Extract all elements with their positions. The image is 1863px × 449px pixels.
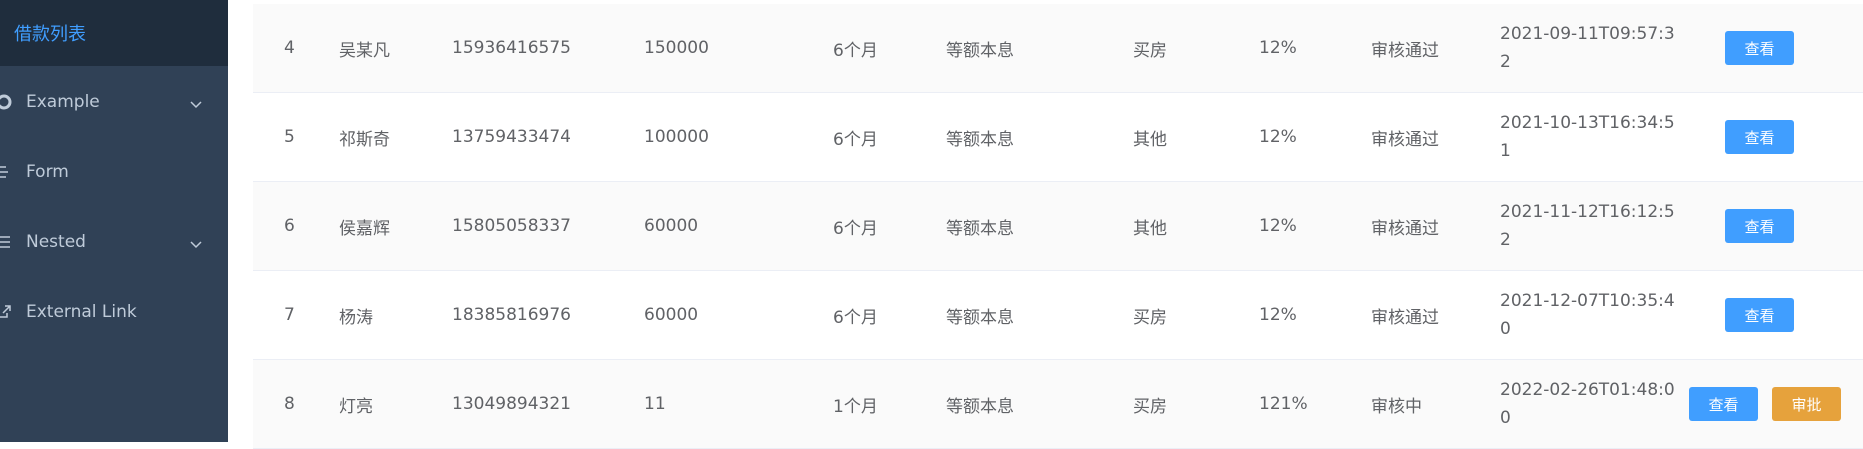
cell-method: 等额本息 bbox=[946, 218, 1014, 239]
view-button[interactable]: 查看 bbox=[1725, 31, 1794, 65]
cell-time: 2021-10-13T16:34:51 bbox=[1500, 113, 1675, 161]
cell-purpose: 买房 bbox=[1133, 396, 1167, 417]
sidebar-item-example[interactable]: Example bbox=[0, 74, 228, 130]
cell-phone: 15805058337 bbox=[452, 216, 571, 236]
cell-status: 审核中 bbox=[1371, 396, 1422, 417]
cell-term: 6个月 bbox=[833, 307, 878, 328]
cell-time: 2021-09-11T09:57:32 bbox=[1500, 24, 1675, 72]
table-row: 7 杨涛 18385816976 60000 6个月 等额本息 买房 12% 审… bbox=[253, 271, 1863, 360]
cell-purpose: 买房 bbox=[1133, 307, 1167, 328]
cell-status: 审核通过 bbox=[1371, 218, 1439, 239]
approve-button[interactable]: 审批 bbox=[1772, 387, 1841, 421]
cell-amount: 150000 bbox=[644, 38, 709, 58]
cell-name: 侯嘉辉 bbox=[339, 218, 390, 239]
cell-phone: 18385816976 bbox=[452, 305, 571, 325]
cell-purpose: 其他 bbox=[1133, 218, 1167, 239]
cell-method: 等额本息 bbox=[946, 396, 1014, 417]
cell-status: 审核通过 bbox=[1371, 307, 1439, 328]
cell-rate: 12% bbox=[1259, 127, 1297, 147]
sidebar-item-label: Example bbox=[26, 92, 100, 112]
cell-name: 祁斯奇 bbox=[339, 129, 390, 150]
cell-purpose: 其他 bbox=[1133, 129, 1167, 150]
sidebar: 借款列表 Example Form Nested External Link bbox=[0, 0, 228, 442]
cell-rate: 12% bbox=[1259, 305, 1297, 325]
sidebar-item-form[interactable]: Form bbox=[0, 144, 228, 200]
sidebar-item-label: 借款列表 bbox=[14, 24, 86, 45]
cell-id: 7 bbox=[284, 305, 295, 325]
table-row: 4 吴某凡 15936416575 150000 6个月 等额本息 买房 12%… bbox=[253, 4, 1863, 93]
cell-amount: 60000 bbox=[644, 305, 699, 325]
sidebar-item-label: External Link bbox=[26, 302, 137, 322]
example-icon bbox=[0, 94, 12, 110]
chevron-down-icon bbox=[190, 94, 202, 114]
cell-time: 2022-02-26T01:48:00 bbox=[1500, 380, 1675, 428]
sidebar-item-external-link[interactable]: External Link bbox=[0, 284, 228, 340]
cell-term: 1个月 bbox=[833, 396, 878, 417]
cell-id: 6 bbox=[284, 216, 295, 236]
cell-phone: 15936416575 bbox=[452, 38, 571, 58]
cell-term: 6个月 bbox=[833, 129, 878, 150]
cell-status: 审核通过 bbox=[1371, 40, 1439, 61]
cell-id: 8 bbox=[284, 394, 295, 414]
cell-time: 2021-11-12T16:12:52 bbox=[1500, 202, 1675, 250]
nested-icon bbox=[0, 234, 12, 250]
form-icon bbox=[0, 164, 12, 180]
view-button[interactable]: 查看 bbox=[1725, 209, 1794, 243]
cell-term: 6个月 bbox=[833, 40, 878, 61]
cell-status: 审核通过 bbox=[1371, 129, 1439, 150]
cell-purpose: 买房 bbox=[1133, 40, 1167, 61]
cell-method: 等额本息 bbox=[946, 40, 1014, 61]
table-row: 8 灯亮 13049894321 11 1个月 等额本息 买房 121% 审核中… bbox=[253, 360, 1863, 449]
view-button[interactable]: 查看 bbox=[1689, 387, 1758, 421]
cell-rate: 12% bbox=[1259, 216, 1297, 236]
sidebar-item-label: Nested bbox=[26, 232, 86, 252]
cell-time: 2021-12-07T10:35:40 bbox=[1500, 291, 1675, 339]
cell-rate: 12% bbox=[1259, 38, 1297, 58]
cell-id: 4 bbox=[284, 38, 295, 58]
cell-name: 吴某凡 bbox=[339, 40, 390, 61]
sidebar-item-label: Form bbox=[26, 162, 69, 182]
view-button[interactable]: 查看 bbox=[1725, 120, 1794, 154]
cell-name: 灯亮 bbox=[339, 396, 373, 417]
cell-method: 等额本息 bbox=[946, 307, 1014, 328]
cell-amount: 100000 bbox=[644, 127, 709, 147]
table-row: 6 侯嘉辉 15805058337 60000 6个月 等额本息 其他 12% … bbox=[253, 182, 1863, 271]
cell-phone: 13049894321 bbox=[452, 394, 571, 414]
cell-id: 5 bbox=[284, 127, 295, 147]
view-button[interactable]: 查看 bbox=[1725, 298, 1794, 332]
cell-amount: 11 bbox=[644, 394, 666, 414]
cell-name: 杨涛 bbox=[339, 307, 373, 328]
cell-amount: 60000 bbox=[644, 216, 699, 236]
sidebar-item-loan-list[interactable]: 借款列表 bbox=[0, 0, 228, 66]
cell-term: 6个月 bbox=[833, 218, 878, 239]
cell-method: 等额本息 bbox=[946, 129, 1014, 150]
cell-phone: 13759433474 bbox=[452, 127, 571, 147]
external-link-icon bbox=[0, 304, 12, 320]
cell-rate: 121% bbox=[1259, 394, 1308, 414]
table-row: 5 祁斯奇 13759433474 100000 6个月 等额本息 其他 12%… bbox=[253, 93, 1863, 182]
sidebar-item-nested[interactable]: Nested bbox=[0, 214, 228, 270]
chevron-down-icon bbox=[190, 234, 202, 254]
